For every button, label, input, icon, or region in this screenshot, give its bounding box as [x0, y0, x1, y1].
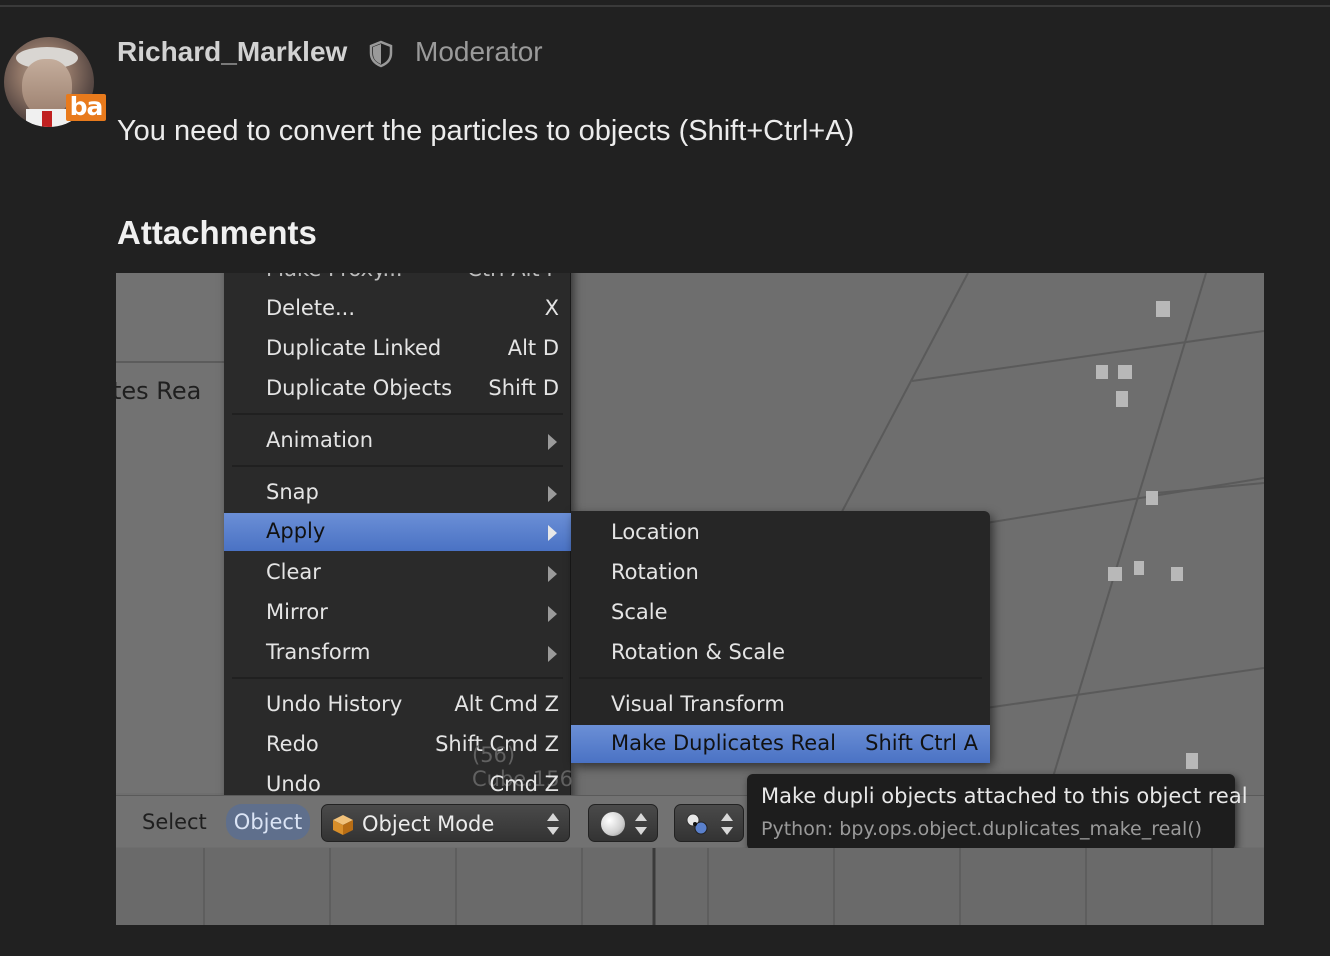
menu-item-transform[interactable]: Transform [224, 634, 571, 672]
solid-shading-icon [601, 812, 625, 836]
timeline-area [116, 848, 1264, 925]
submenu-item-location[interactable]: Location [571, 514, 990, 552]
apply-submenu: Location Rotation Scale Rotation & Scale… [571, 511, 990, 763]
submenu-arrow-icon [548, 606, 557, 622]
menu-item-duplicate-linked[interactable]: Duplicate Linked Alt D [224, 330, 571, 368]
submenu-arrow-icon [548, 525, 557, 541]
object-menu: Make Proxy... Ctrl Alt P Delete... X Dup… [224, 273, 573, 801]
pivot-point-dropdown[interactable] [674, 804, 744, 842]
submenu-arrow-icon [548, 646, 557, 662]
post-message: You need to convert the particles to obj… [117, 115, 855, 147]
menu-item-mirror[interactable]: Mirror [224, 594, 571, 632]
tooltip: Make dupli objects attached to this obje… [747, 774, 1248, 850]
select-menu[interactable]: Select [142, 810, 207, 834]
submenu-item-visual-transform[interactable]: Visual Transform [571, 686, 990, 724]
submenu-arrow-icon [548, 566, 557, 582]
tooltip-description: Make dupli objects attached to this obje… [761, 784, 1248, 808]
cube-icon [333, 815, 353, 835]
attachments-heading: Attachments [117, 214, 317, 251]
menu-item-animation[interactable]: Animation [224, 422, 571, 460]
object-mode-dropdown[interactable]: Object Mode [321, 804, 570, 842]
menu-separator [579, 677, 982, 679]
updown-arrows-icon [547, 813, 559, 835]
menu-item-snap[interactable]: Snap [224, 474, 571, 512]
role-label: Moderator [415, 36, 543, 67]
updown-arrows-icon [721, 813, 733, 835]
left-panel-text: tes Rea [116, 377, 202, 405]
menu-separator [232, 677, 563, 679]
submenu-arrow-icon [548, 434, 557, 450]
shield-icon [369, 40, 393, 68]
menu-separator [232, 413, 563, 415]
submenu-item-rotation[interactable]: Rotation [571, 554, 990, 592]
menu-item-duplicate-objects[interactable]: Duplicate Objects Shift D [224, 370, 571, 408]
menu-separator [232, 465, 563, 467]
viewport-shading-dropdown[interactable] [588, 804, 658, 842]
submenu-arrow-icon [548, 486, 557, 502]
tooltip-python: Python: bpy.ops.object.duplicates_make_r… [761, 818, 1203, 840]
avatar-badge: ba [66, 94, 106, 121]
pivot-icon [686, 813, 708, 835]
menu-item-undo-history[interactable]: Undo History Alt Cmd Z [224, 686, 571, 724]
submenu-item-make-duplicates-real[interactable]: Make Duplicates Real Shift Ctrl A [571, 725, 990, 763]
menu-item-clear[interactable]: Clear [224, 554, 571, 592]
top-divider [0, 5, 1330, 7]
updown-arrows-icon [635, 813, 647, 835]
attachment-image[interactable]: tes Rea Make Proxy... Ctrl Alt P Delete.… [116, 273, 1264, 925]
left-panel [116, 273, 226, 793]
submenu-item-scale[interactable]: Scale [571, 594, 990, 632]
username-link[interactable]: Richard_Marklew [117, 36, 347, 68]
menu-item-delete[interactable]: Delete... X [224, 290, 571, 328]
object-menu-button[interactable]: Object [226, 804, 310, 840]
menu-item-apply[interactable]: Apply [224, 513, 571, 551]
submenu-item-rotation-scale[interactable]: Rotation & Scale [571, 634, 990, 672]
